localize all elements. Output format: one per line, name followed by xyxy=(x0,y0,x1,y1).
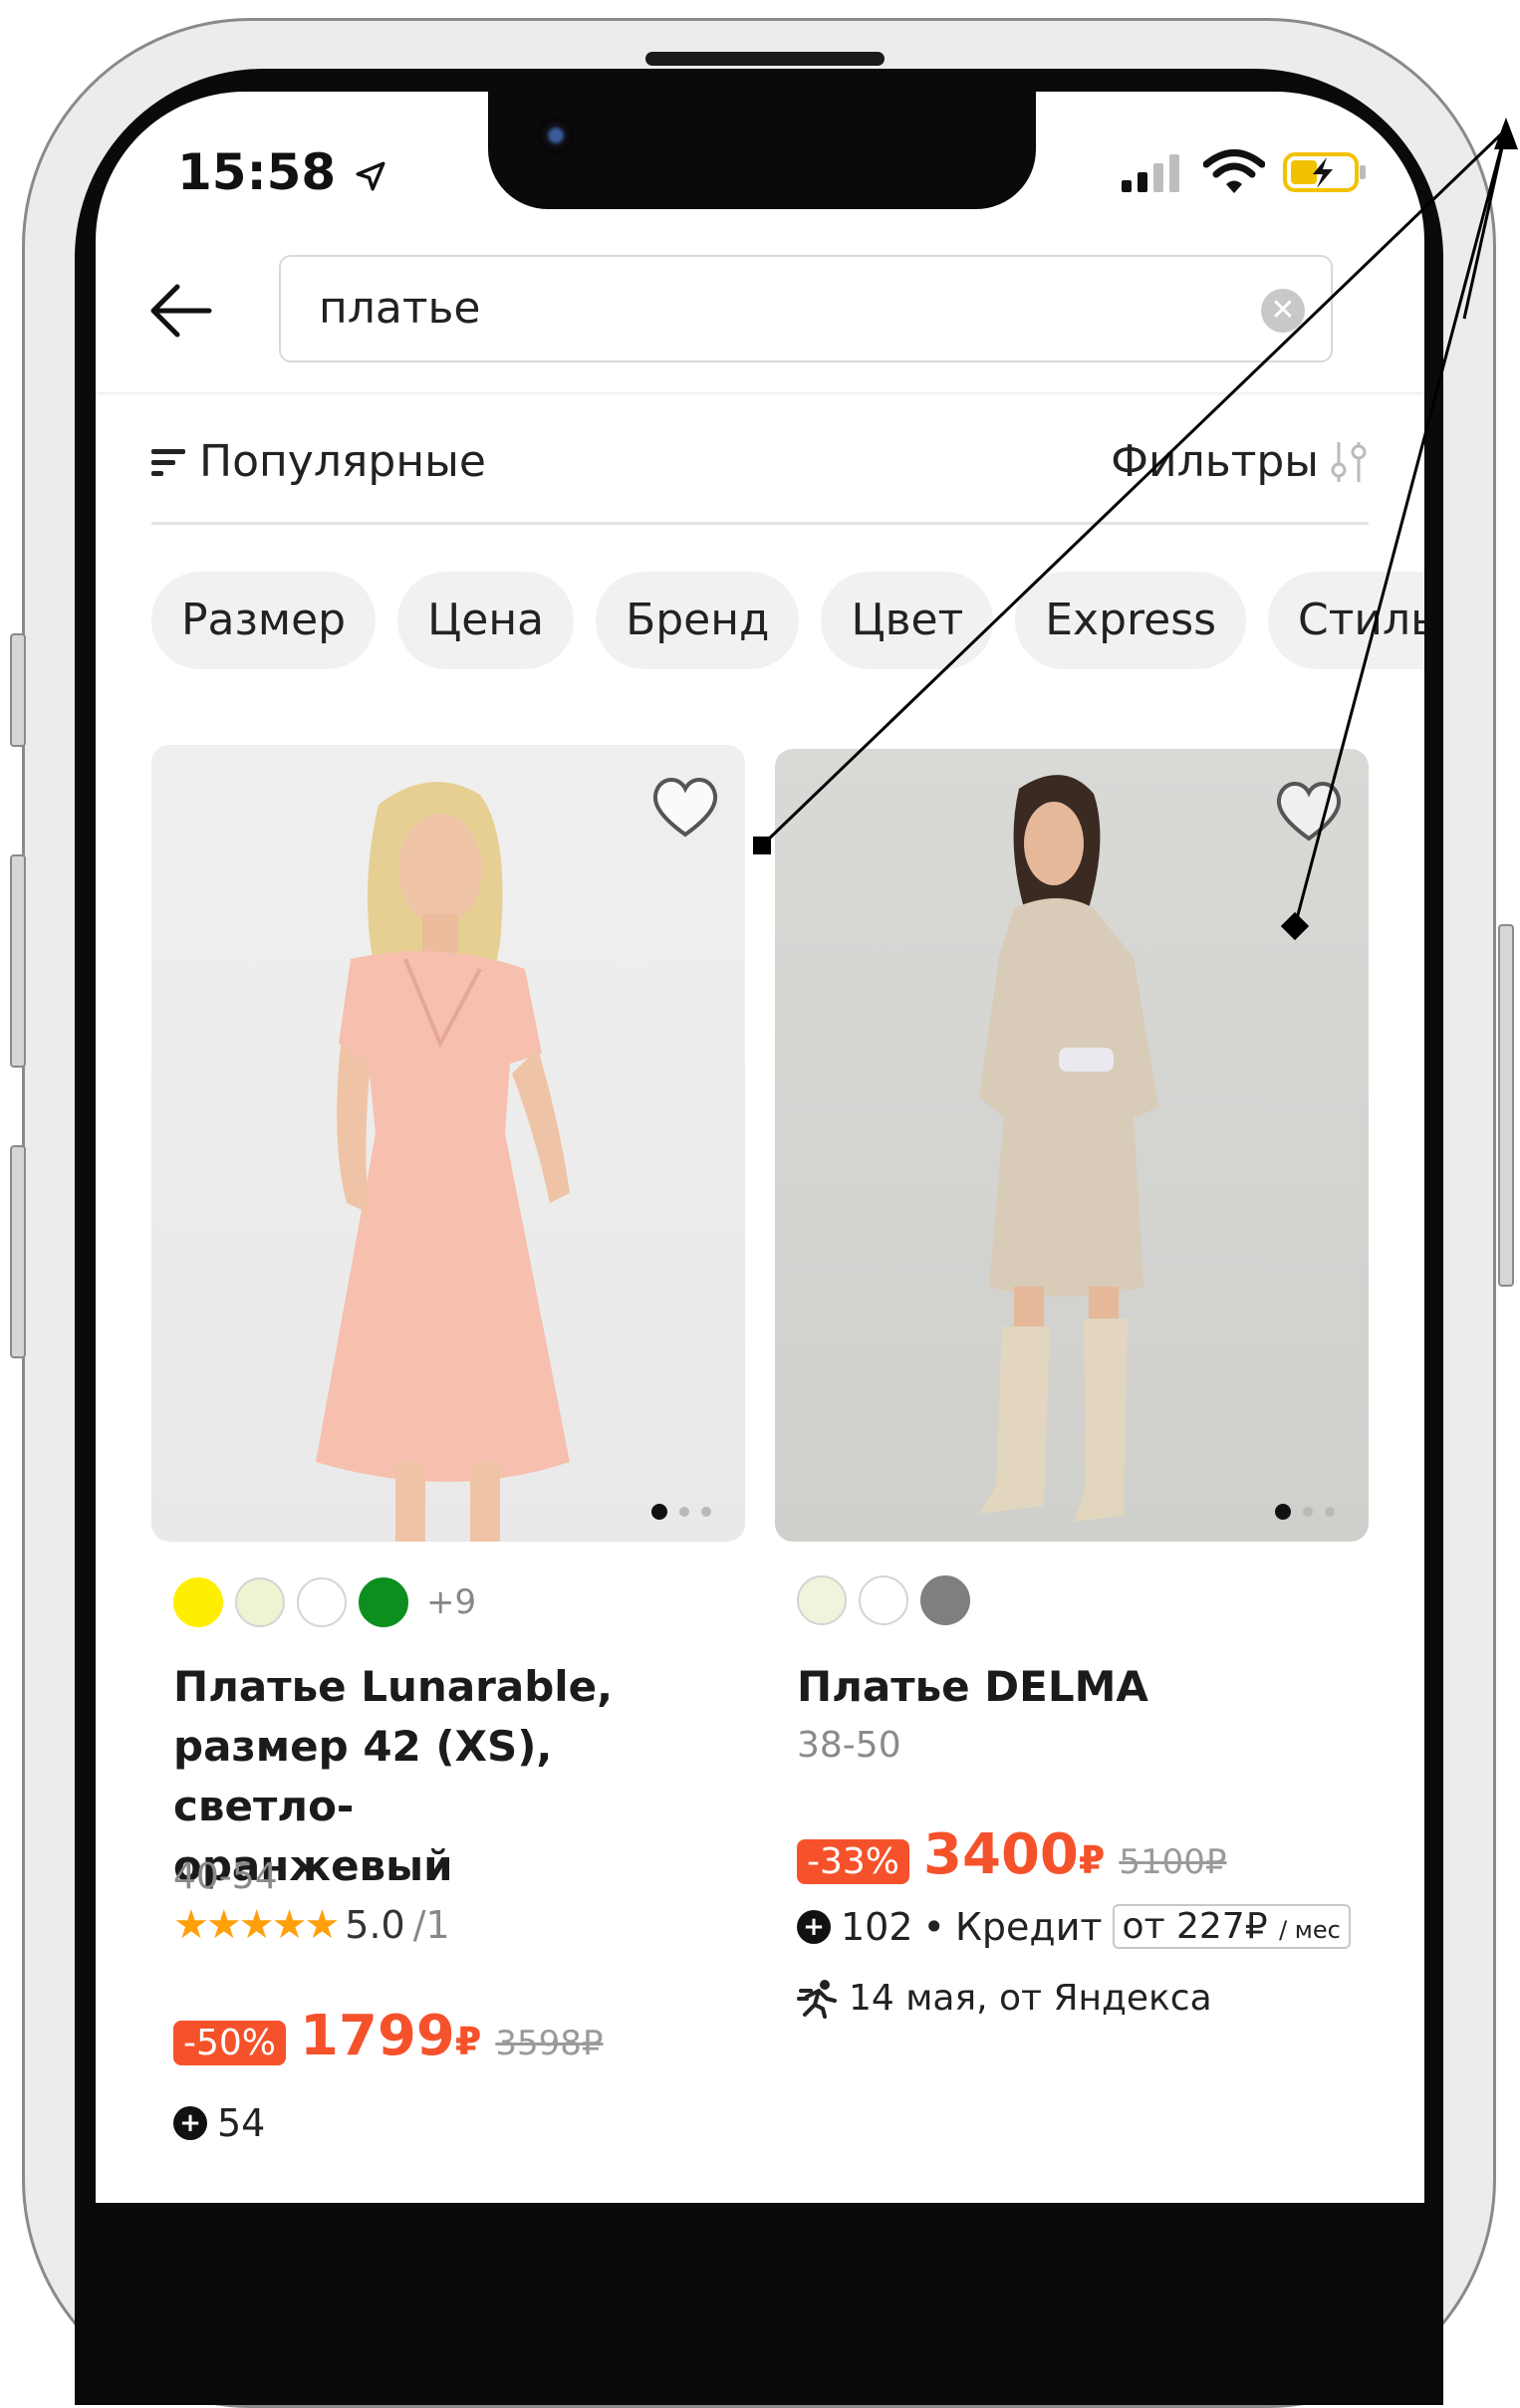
phone-notch xyxy=(488,92,1036,209)
product-rating-1: ★★★★★ 5.0/1 xyxy=(173,1902,450,1948)
filters-button[interactable]: Фильтры xyxy=(1111,436,1369,487)
bonus-value: 102 xyxy=(841,1904,913,1949)
product-title-line: Платье DELMA xyxy=(797,1662,1148,1711)
sliders-icon xyxy=(1331,441,1367,482)
color-swatch[interactable] xyxy=(235,1577,285,1627)
front-camera xyxy=(538,118,574,153)
pager-dot xyxy=(1303,1507,1313,1517)
filter-chips: Размер Цена Бренд Цвет Express Стиль xyxy=(151,572,1424,669)
status-icons xyxy=(1120,149,1369,195)
volume-down-button xyxy=(10,1145,26,1358)
old-price: 3598₽ xyxy=(495,2024,604,2063)
color-swatch[interactable] xyxy=(859,1575,908,1625)
favorite-heart-icon[interactable] xyxy=(1269,771,1349,850)
chip-color[interactable]: Цвет xyxy=(821,572,994,669)
pager-dot-active xyxy=(651,1504,667,1520)
wifi-icon xyxy=(1203,149,1265,193)
location-arrow-icon xyxy=(356,161,385,190)
toolbar-divider xyxy=(151,522,1369,525)
clear-search-button[interactable]: ✕ xyxy=(1261,289,1305,333)
product-image-1[interactable] xyxy=(151,745,745,1542)
more-colors-count: +9 xyxy=(426,1582,477,1622)
credit-offer[interactable]: от 227₽ / мес xyxy=(1112,1904,1351,1949)
mute-switch xyxy=(10,633,26,747)
product-sizes-2: 38-50 xyxy=(797,1725,901,1766)
old-price: 5100₽ xyxy=(1119,1842,1227,1882)
color-swatches-2 xyxy=(797,1575,970,1625)
chip-size[interactable]: Размер xyxy=(151,572,377,669)
rating-value: 5.0 xyxy=(345,1903,405,1947)
sort-button[interactable]: Популярные xyxy=(151,436,486,487)
plus-bonus-icon: + xyxy=(173,2106,207,2140)
delivery-text: 14 мая, от Яндекса xyxy=(849,1978,1212,2019)
filters-label: Фильтры xyxy=(1111,436,1319,487)
sort-lines-icon xyxy=(151,448,185,476)
volume-up-button xyxy=(10,854,26,1068)
dress-photo-beige xyxy=(979,775,1158,1522)
product-image-2[interactable] xyxy=(775,749,1369,1542)
product-title-line: размер 42 (XS), светло- xyxy=(173,1722,553,1830)
power-button xyxy=(1498,924,1514,1287)
sort-label: Популярные xyxy=(199,436,486,487)
bullet-separator: • xyxy=(922,1904,945,1949)
discount-badge: -33% xyxy=(797,1839,910,1884)
pager-dot xyxy=(1325,1507,1335,1517)
search-bar-row: платье ✕ xyxy=(96,251,1424,374)
battery-charging-icon xyxy=(1283,152,1366,192)
dress-photo-pink xyxy=(316,782,570,1542)
chip-express[interactable]: Express xyxy=(1015,572,1247,669)
rating-count: /1 xyxy=(412,1903,450,1947)
color-swatch[interactable] xyxy=(359,1577,408,1627)
bonus-points-2: + 102 • Кредит от 227₽ / мес xyxy=(797,1904,1351,1949)
image-pager-dots xyxy=(1275,1504,1335,1520)
delivery-info-2: 14 мая, от Яндекса xyxy=(797,1978,1212,2019)
color-swatch[interactable] xyxy=(920,1575,970,1625)
search-query-text: платье xyxy=(319,283,481,334)
product-title-line: Платье Lunarable, xyxy=(173,1662,614,1711)
current-price: 3400₽ xyxy=(923,1822,1106,1887)
back-button[interactable] xyxy=(149,283,213,349)
color-swatch[interactable] xyxy=(173,1577,223,1627)
cellular-signal-icon xyxy=(1122,154,1179,192)
phone-speaker xyxy=(645,52,885,66)
chip-price[interactable]: Цена xyxy=(397,572,575,669)
image-pager-dots xyxy=(651,1504,711,1520)
color-swatch[interactable] xyxy=(297,1577,347,1627)
favorite-heart-icon[interactable] xyxy=(645,767,725,846)
price-row-2: -33% 3400₽ 5100₽ xyxy=(797,1822,1227,1887)
discount-badge: -50% xyxy=(173,2021,287,2065)
clear-icon: ✕ xyxy=(1270,293,1296,328)
bonus-points-1: + 54 xyxy=(173,2101,265,2145)
status-time: 15:58 xyxy=(177,143,387,201)
price-row-1: -50% 1799₽ 3598₽ xyxy=(173,2004,604,2068)
header-divider xyxy=(96,392,1424,396)
plus-bonus-icon: + xyxy=(797,1909,831,1944)
pager-dot xyxy=(701,1507,711,1517)
courier-running-icon xyxy=(797,1979,837,2019)
chip-brand[interactable]: Бренд xyxy=(596,572,800,669)
product-sizes-1: 40-54 xyxy=(173,1856,278,1897)
credit-label: Кредит xyxy=(954,1904,1103,1949)
product-title-2[interactable]: Платье DELMA xyxy=(797,1657,1355,1717)
bonus-value: 54 xyxy=(217,2101,266,2145)
current-price: 1799₽ xyxy=(300,2004,482,2068)
color-swatch[interactable] xyxy=(797,1575,847,1625)
pager-dot xyxy=(679,1507,689,1517)
pager-dot-active xyxy=(1275,1504,1291,1520)
app-screen: 15:58 платье ✕ Популярные Фильтры Размер… xyxy=(96,92,1424,2203)
search-input[interactable]: платье ✕ xyxy=(279,255,1333,362)
arrow-left-icon xyxy=(150,284,212,338)
chip-style[interactable]: Стиль xyxy=(1268,572,1424,669)
rating-stars-icon: ★★★★★ xyxy=(173,1902,340,1948)
color-swatches-1: +9 xyxy=(173,1577,476,1627)
